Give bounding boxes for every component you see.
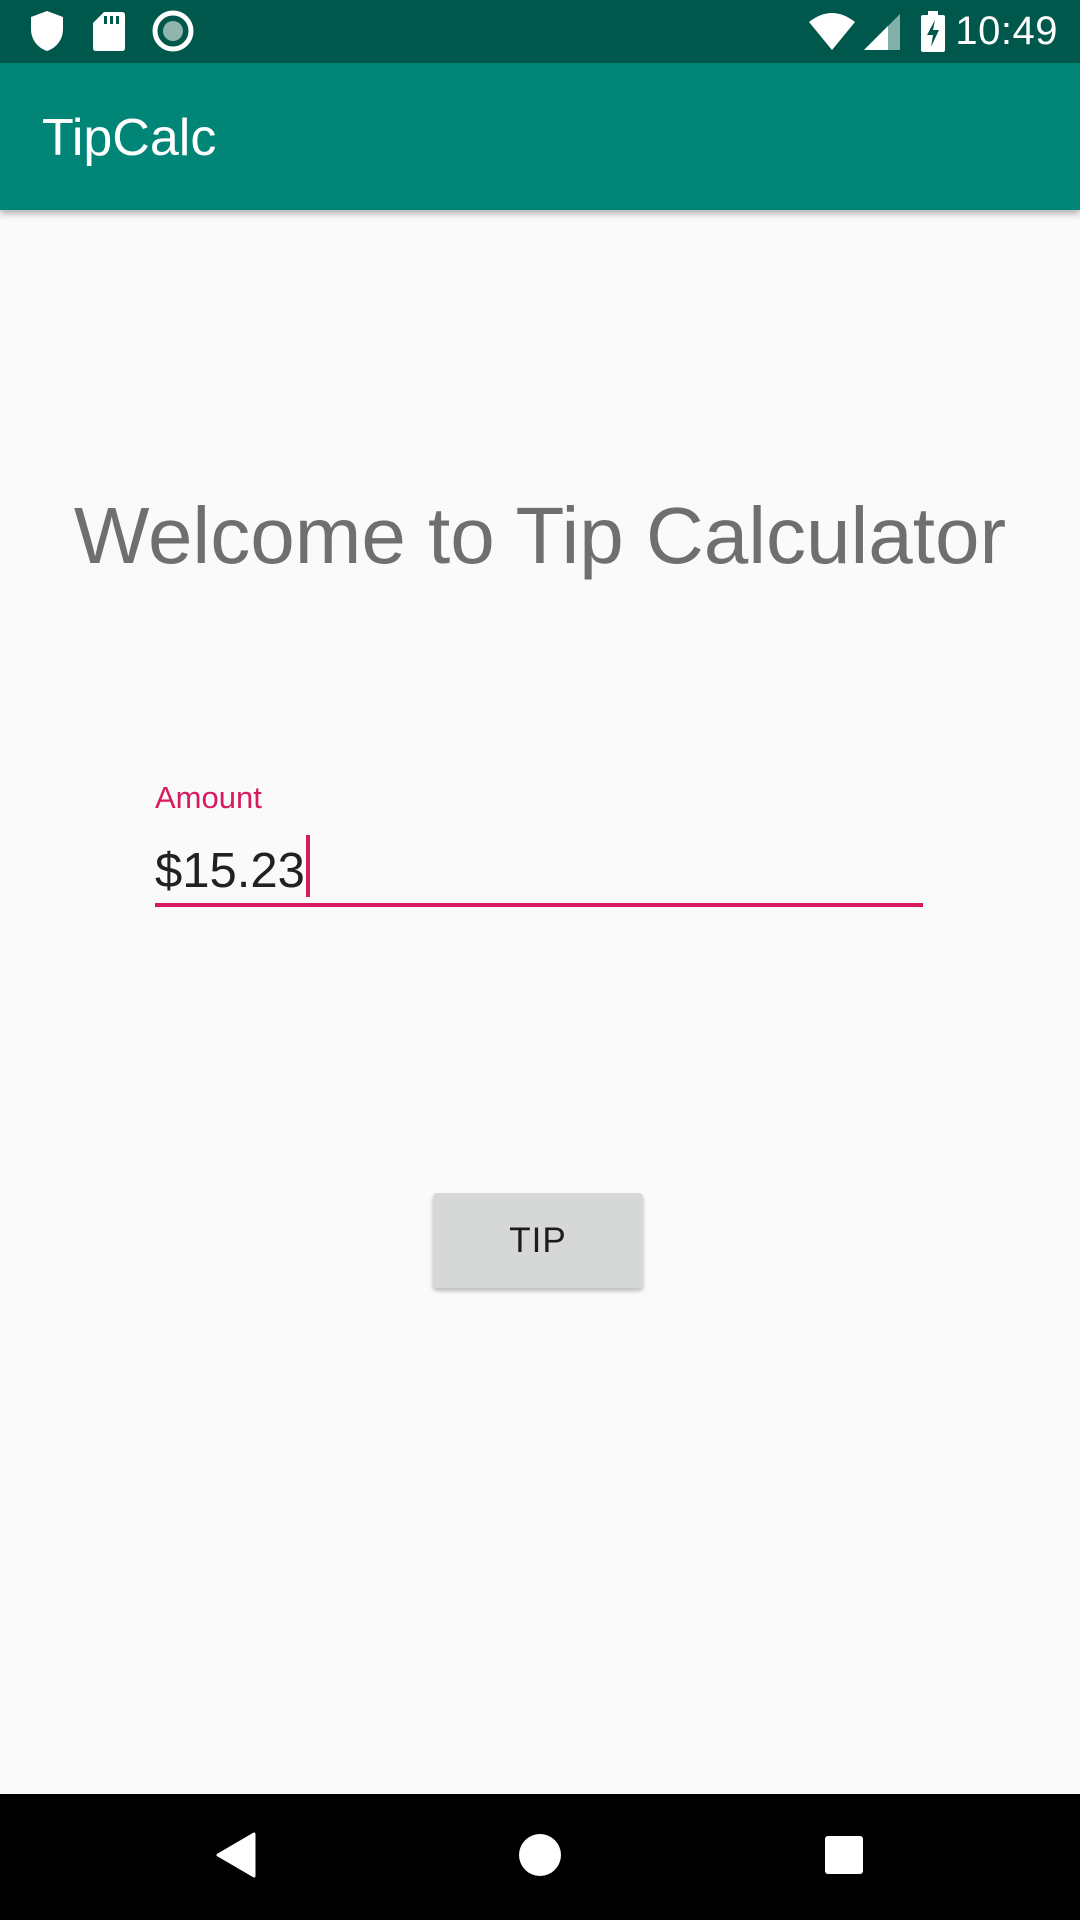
amount-input-value: $15.23 xyxy=(155,844,305,898)
amount-field-label: Amount xyxy=(155,780,262,815)
app-title: TipCalc xyxy=(42,109,217,167)
back-button[interactable] xyxy=(156,1794,316,1920)
amount-field[interactable]: Amount $15.23 xyxy=(155,778,923,910)
signal-icon xyxy=(862,12,902,54)
status-time: 10:49 xyxy=(955,9,1058,53)
amount-input[interactable]: $15.23 xyxy=(155,835,310,901)
recents-button[interactable] xyxy=(764,1794,924,1920)
status-bar: 10:49 xyxy=(0,0,1080,63)
shield-icon xyxy=(30,10,64,52)
wifi-icon xyxy=(808,12,856,54)
home-icon xyxy=(518,1833,562,1882)
circle-record-icon xyxy=(152,10,194,52)
welcome-heading: Welcome to Tip Calculator xyxy=(73,491,1007,580)
app-bar: TipCalc xyxy=(0,63,1080,210)
back-icon xyxy=(216,1832,256,1883)
tip-button[interactable]: TIP xyxy=(433,1193,643,1288)
navigation-bar xyxy=(0,1794,1080,1920)
battery-charging-icon xyxy=(920,11,946,53)
amount-field-underline xyxy=(155,903,923,907)
sd-card-icon xyxy=(92,10,126,52)
recents-icon xyxy=(824,1835,864,1880)
text-cursor xyxy=(305,835,310,897)
home-button[interactable] xyxy=(460,1794,620,1920)
